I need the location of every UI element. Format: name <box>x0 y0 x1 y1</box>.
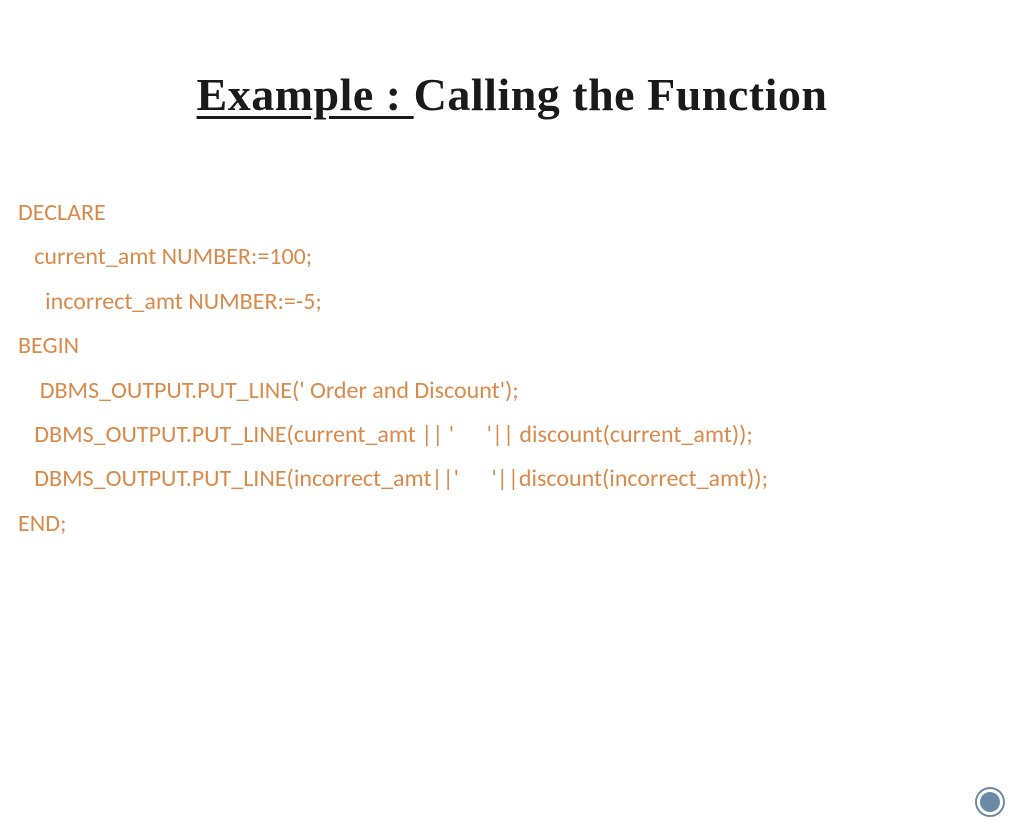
code-line-7: DBMS_OUTPUT.PUT_LINE(incorrect_amt||' '|… <box>18 457 1024 501</box>
code-line-4: BEGIN <box>18 324 1024 368</box>
corner-circle-icon <box>974 786 1006 818</box>
title-underlined: Example : <box>197 69 414 120</box>
code-line-2: current_amt NUMBER:=100; <box>18 235 1024 279</box>
slide-title: Example : Calling the Function <box>0 68 1024 121</box>
code-block: DECLARE current_amt NUMBER:=100; incorre… <box>18 191 1024 546</box>
code-line-3: incorrect_amt NUMBER:=-5; <box>18 280 1024 324</box>
code-line-6: DBMS_OUTPUT.PUT_LINE(current_amt || ' '|… <box>18 413 1024 457</box>
title-rest: Calling the Function <box>414 69 828 120</box>
code-line-1: DECLARE <box>18 191 1024 235</box>
code-line-5: DBMS_OUTPUT.PUT_LINE(' Order and Discoun… <box>18 369 1024 413</box>
code-line-8: END; <box>18 502 1024 546</box>
